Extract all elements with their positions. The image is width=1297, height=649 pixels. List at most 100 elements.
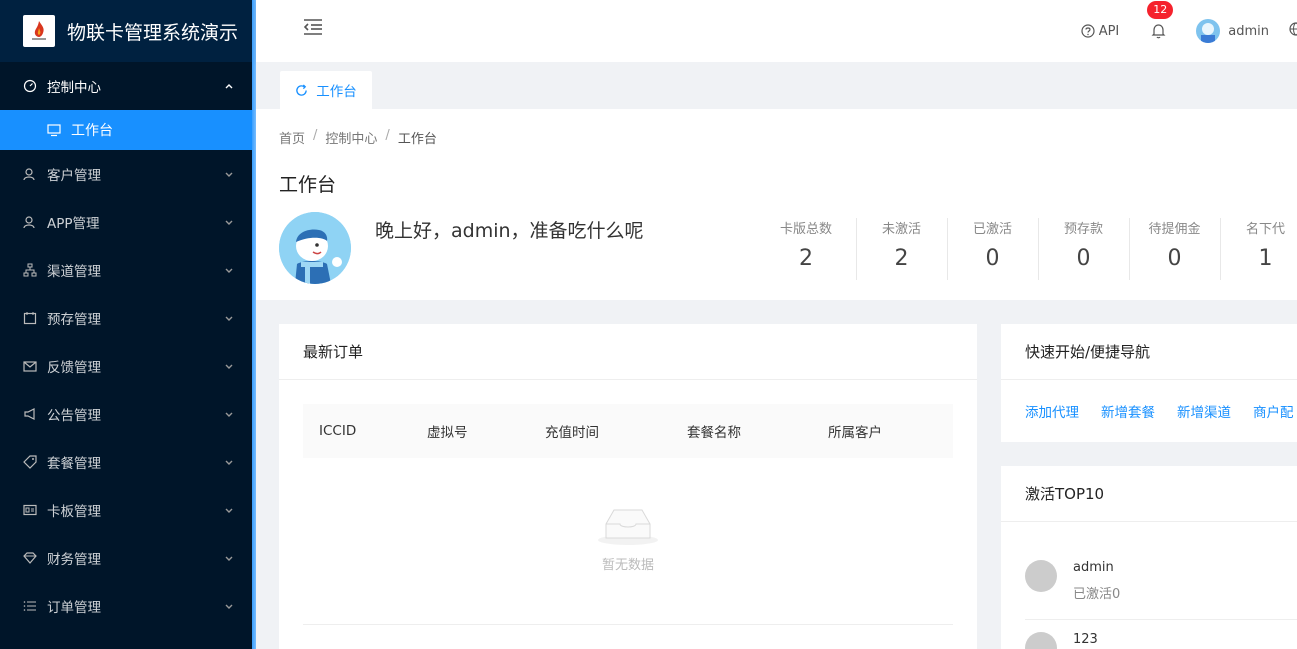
orders-table: ICCID 虚拟号 充值时间 套餐名称 所属客户 暂无数据 [303,404,953,625]
card-title: 激活TOP10 [1001,466,1297,522]
sidebar-item-label: 财务管理 [47,552,101,568]
breadcrumb-current: 工作台 [397,132,437,147]
stat-total-cards: 卡版总数 2 [756,218,856,271]
sidebar-item-orders[interactable]: 订单管理 [0,582,252,630]
reload-icon[interactable] [295,83,308,97]
avatar [1025,560,1057,592]
cluster-icon [23,263,37,277]
sidebar-item-label: 预存管理 [47,312,101,328]
diamond-icon [23,551,37,565]
dashboard-icon [23,79,37,93]
avatar [279,212,351,284]
brand-logo [23,15,55,47]
page-title: 工作台 [279,174,337,196]
chevron-down-icon [225,220,233,225]
rank-sub: 已激活0 [1073,587,1121,602]
chevron-down-icon [225,172,233,177]
breadcrumb-home[interactable]: 首页 [279,128,305,147]
api-label: API [1098,23,1120,39]
user-menu[interactable]: admin [1196,19,1269,43]
chevron-down-icon [225,268,233,273]
sidebar-item-customers[interactable]: 客户管理 [0,150,252,198]
tabs-bar: 工作台 [256,62,1297,109]
stat-value: 2 [799,246,813,271]
stat-label: 已激活 [972,222,1012,237]
logo-area: 物联卡管理系统演示 [0,0,252,62]
stat-value: 2 [894,246,909,271]
sidebar-item-label: 反馈管理 [47,360,101,376]
quick-link-merchant-config[interactable]: 商户配 [1253,401,1294,421]
rank-name: 123 [1073,632,1098,647]
sidebar-item-cards[interactable]: 卡板管理 [0,486,252,534]
username: admin [1228,23,1269,39]
sidebar-item-label: 卡板管理 [47,504,101,520]
breadcrumb: 首页 / 控制中心 / 工作台 [279,128,437,147]
greeting-text: 晚上好，admin，准备吃什么呢 [375,220,644,242]
sidebar-item-app[interactable]: APP管理 [0,198,252,246]
quick-link-new-channel[interactable]: 新增渠道 [1177,401,1231,421]
top-header: API 12 admin [256,0,1297,62]
menu-fold-icon[interactable] [303,18,323,36]
sidebar-item-prepaid[interactable]: 预存管理 [0,294,252,342]
quick-nav-card: 快速开始/便捷导航 添加代理 新增套餐 新增渠道 商户配 [1001,324,1297,442]
stat-label: 预存款 [1063,222,1103,237]
notification-icon [23,407,37,421]
breadcrumb-control-center[interactable]: 控制中心 [325,128,377,147]
stat-label: 待提佣金 [1148,222,1201,237]
desktop-icon [47,123,61,137]
globe-icon[interactable] [1289,22,1297,36]
empty-inbox-icon [598,509,658,545]
page-header: 首页 / 控制中心 / 工作台 工作台 晚上好，admin，准备吃什么呢 卡版总… [256,109,1297,300]
stat-agents: 名下代 1 [1220,218,1297,280]
sidebar-subitem-label: 工作台 [71,123,113,139]
card-title: 快速开始/便捷导航 [1001,324,1297,380]
sidebar-item-label: 公告管理 [47,408,101,424]
api-link[interactable]: API [1081,23,1120,39]
latest-orders-card: 最新订单 ICCID 虚拟号 充值时间 套餐名称 所属客户 暂无数据 [279,324,977,649]
table-divider [303,624,953,625]
sidebar-item-label: 渠道管理 [47,264,101,280]
chevron-down-icon [225,412,233,417]
activation-top10-card: 激活TOP10 admin 已激活0 123 [1001,466,1297,649]
sidebar-subitem-workbench[interactable]: 工作台 [0,110,252,150]
sidebar-item-feedback[interactable]: 反馈管理 [0,342,252,390]
empty-state: 暂无数据 [303,504,953,573]
list-icon [23,599,37,613]
sidebar-item-label: 套餐管理 [47,456,101,472]
sidebar: 物联卡管理系统演示 控制中心 工作台 客户管理 APP管理 渠道管理 预存管理 … [0,0,252,649]
avatar [1025,632,1057,649]
column-header: 套餐名称 [687,425,741,441]
tab-workbench[interactable]: 工作台 [280,71,372,109]
tab-label: 工作台 [316,84,357,100]
stat-activated: 已激活 0 [947,218,1038,280]
calendar-icon [23,311,37,325]
notification-bell[interactable]: 12 [1147,1,1174,39]
sidebar-item-control-center[interactable]: 控制中心 [0,62,252,110]
sidebar-item-label: 控制中心 [47,80,101,96]
sidebar-item-label: APP管理 [47,216,100,232]
sidebar-item-channels[interactable]: 渠道管理 [0,246,252,294]
sidebar-menu: 控制中心 工作台 客户管理 APP管理 渠道管理 预存管理 反馈管理 公告管理 … [0,62,252,630]
column-header: 虚拟号 [427,425,468,441]
chevron-down-icon [225,460,233,465]
notification-count-badge: 12 [1147,1,1174,19]
quick-link-add-agent[interactable]: 添加代理 [1025,401,1079,421]
column-header: 所属客户 [828,425,882,441]
stat-prepaid: 预存款 0 [1038,218,1129,280]
sidebar-item-finance[interactable]: 财务管理 [0,534,252,582]
quick-link-new-package[interactable]: 新增套餐 [1101,401,1155,421]
stat-label: 未激活 [881,222,921,237]
table-header: ICCID 虚拟号 充值时间 套餐名称 所属客户 [303,404,953,458]
tag-icon [23,455,37,469]
chevron-down-icon [225,556,233,561]
list-item: 123 [1025,632,1098,649]
question-circle-icon [1081,24,1095,38]
stat-value: 1 [1258,246,1273,271]
stat-label: 卡版总数 [779,222,832,237]
sidebar-item-announcements[interactable]: 公告管理 [0,390,252,438]
stat-label: 名下代 [1245,222,1285,237]
card-title: 最新订单 [279,324,977,380]
empty-text: 暂无数据 [601,558,654,573]
sidebar-item-packages[interactable]: 套餐管理 [0,438,252,486]
column-header: ICCID [319,423,357,439]
